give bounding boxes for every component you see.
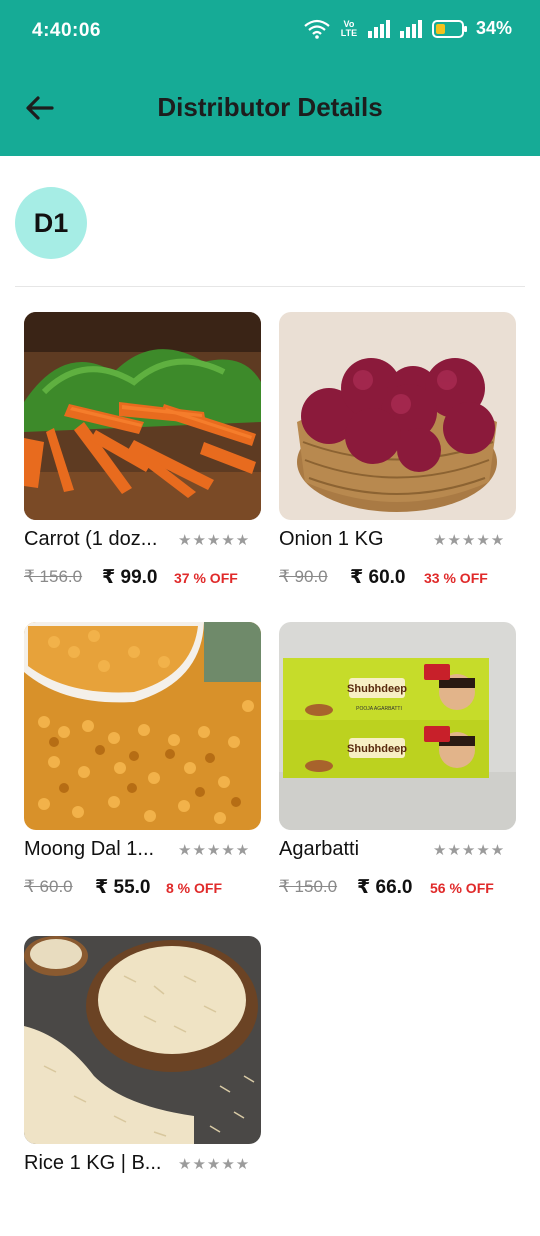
- distributor-avatar: D1: [15, 187, 87, 259]
- brand-text: Shubhdeep: [347, 683, 407, 695]
- product-card-moong-dal[interactable]: Moong Dal 1... ★★★★★ ₹ 60.0 ₹ 55.0 8 % O…: [24, 622, 261, 922]
- discount-badge: 37 % OFF: [174, 570, 238, 586]
- discount-badge: 8 % OFF: [166, 880, 223, 896]
- battery-icon: [431, 19, 467, 38]
- status-icons: Vo LTE 34%: [304, 18, 512, 39]
- divider: [15, 286, 525, 287]
- product-price: ₹ 55.0: [95, 877, 151, 898]
- moong-dal-image: [24, 622, 261, 830]
- carrot-image: [24, 312, 261, 520]
- rating-stars: ★★★★★: [433, 532, 506, 549]
- product-price: ₹ 60.0: [350, 567, 406, 588]
- product-card-onion[interactable]: Onion 1 KG ★★★★★ ₹ 90.0 ₹ 60.0 33 % OFF: [279, 312, 516, 612]
- status-bar: 4:40:06 Vo LTE 34%: [0, 0, 540, 60]
- signal-icon: [399, 19, 422, 38]
- product-name: Moong Dal 1...: [24, 838, 155, 860]
- app-bar: 4:40:06 Vo LTE 34% Distributor Details: [0, 0, 540, 156]
- network-type-label: Vo LTE: [340, 18, 358, 38]
- status-time: 4:40:06: [32, 20, 101, 41]
- product-mrp: ₹ 156.0: [24, 567, 83, 586]
- product-name: Rice 1 KG | B...: [24, 1152, 162, 1174]
- product-card-rice[interactable]: Rice 1 KG | B... ★★★★★: [24, 936, 261, 1236]
- discount-badge: 56 % OFF: [430, 880, 494, 896]
- product-price: ₹ 66.0: [357, 877, 413, 898]
- product-card-carrot[interactable]: Carrot (1 doz... ★★★★★ ₹ 156.0 ₹ 99.0 37…: [24, 312, 261, 612]
- product-name: Onion 1 KG: [279, 528, 384, 550]
- wifi-icon: [304, 19, 330, 39]
- rice-image: [24, 936, 261, 1144]
- product-sub-text: POOJA AGARBATTI: [356, 706, 402, 712]
- discount-badge: 33 % OFF: [424, 570, 488, 586]
- product-mrp: ₹ 60.0: [24, 877, 73, 896]
- product-card-agarbatti[interactable]: Shubhdeep Shubhdeep POOJA AGARBATTI Agar…: [279, 622, 516, 922]
- signal-icon: [367, 19, 390, 38]
- page-title: Distributor Details: [157, 92, 383, 122]
- rating-stars: ★★★★★: [178, 1156, 251, 1173]
- brand-text-2: Shubhdeep: [347, 743, 407, 755]
- rating-stars: ★★★★★: [178, 842, 251, 859]
- rating-stars: ★★★★★: [178, 532, 251, 549]
- product-mrp: ₹ 150.0: [279, 877, 338, 896]
- battery-percent: 34%: [475, 18, 512, 38]
- product-name: Carrot (1 doz...: [24, 528, 158, 550]
- toolbar: Distributor Details: [0, 80, 540, 136]
- agarbatti-image: Shubhdeep Shubhdeep POOJA AGARBATTI: [279, 622, 516, 830]
- rating-stars: ★★★★★: [433, 842, 506, 859]
- product-mrp: ₹ 90.0: [279, 567, 328, 586]
- onion-image: [279, 312, 516, 520]
- product-name: Agarbatti: [279, 838, 360, 860]
- product-price: ₹ 99.0: [102, 567, 158, 588]
